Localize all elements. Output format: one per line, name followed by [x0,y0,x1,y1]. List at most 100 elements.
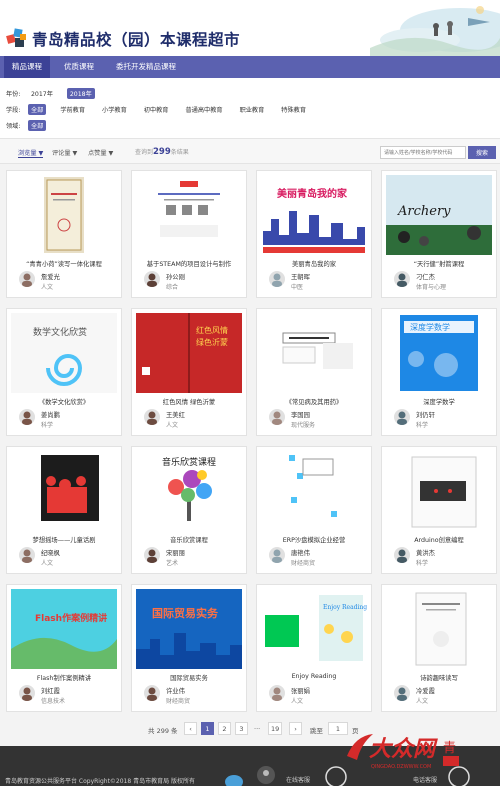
sort-by-likes[interactable]: 点赞量 ▼ [88,148,113,157]
course-card[interactable]: 红色风情 绿色沂蒙 红色风情 绿色沂蒙 王美红 人文 [131,308,247,436]
filter-option-primary[interactable]: 小学教育 [99,104,130,115]
course-card[interactable]: 深度学数学 深度学数学 刘仍轩 科学 [381,308,497,436]
course-card[interactable]: 数学文化欣赏 《数学文化欣赏》 姜尚鹏 科学 [6,308,122,436]
result-count: 查询到299条结果 [135,147,189,157]
course-title[interactable]: Arduino创意编程 [382,535,496,544]
search-button[interactable]: 搜索 [468,146,496,159]
filter-option-all-domains[interactable]: 全部 [27,120,47,131]
course-field: 艺术 [166,560,179,567]
filter-option-preschool[interactable]: 学前教育 [57,104,88,115]
course-thumbnail[interactable] [11,175,117,255]
course-title[interactable]: Flash制作案例精讲 [7,673,121,682]
course-thumbnail[interactable] [261,313,367,393]
course-title[interactable]: 梦想摇场——儿童话剧 [7,535,121,544]
tab-featured-courses[interactable]: 精品课程 [4,56,50,78]
course-card[interactable]: Archery “天行健”射箭课程 刁仁杰 体育与心理 [381,170,497,298]
course-title[interactable]: 诗韵趣味读写 [382,673,496,682]
course-thumbnail[interactable]: 美丽青岛我的家 [261,175,367,255]
teacher-avatar [19,409,35,425]
teacher-avatar [19,547,35,563]
course-grid: “青青小荷”读写一体化课程 詹爱光 人文 基于STEAM的项目设计与制作 孙公刚 综合 美丽… [6,170,497,712]
course-thumbnail[interactable] [386,451,492,531]
course-card[interactable]: 诗韵趣味读写 冷爱霞 人文 [381,584,497,712]
course-card[interactable]: Arduino创意编程 黄洪杰 科学 [381,446,497,574]
course-thumbnail[interactable] [11,451,117,531]
course-title[interactable]: ERP沙盘模拟企业经营 [257,535,371,544]
course-title[interactable]: 国际贸易实务 [132,673,246,682]
svg-text:青: 青 [443,741,456,756]
course-card[interactable]: 梦想摇场——儿童话剧 纪晓枫 人文 [6,446,122,574]
sort-by-views[interactable]: 浏览量 ▼ [18,148,44,158]
pager-prev-button[interactable]: ‹ [184,722,197,735]
filter-option-2018[interactable]: 2018年 [66,88,95,99]
result-count-number: 299 [153,147,171,157]
course-field: 科学 [416,422,429,429]
course-thumbnail[interactable]: Enjoy Reading! [261,589,367,669]
filter-option-vocational[interactable]: 职业教育 [237,104,268,115]
svg-text:绿色沂蒙: 绿色沂蒙 [196,337,228,347]
search-input[interactable] [380,146,466,159]
course-title[interactable]: 《数学文化欣赏》 [7,397,121,406]
course-card[interactable]: 音乐欣赏课程 音乐欣赏课程 宋丽丽 艺术 [131,446,247,574]
course-thumbnail[interactable]: 数学文化欣赏 [11,313,117,393]
course-field: 人文 [166,422,179,429]
course-thumbnail[interactable]: 国际贸易实务 [136,589,242,669]
course-title[interactable]: “天行健”射箭课程 [382,259,496,268]
footer-online-service[interactable]: 在线客服 [286,775,310,784]
course-card[interactable]: 《常见病及其用药》 李国园 现代服务 [256,308,372,436]
course-card[interactable]: 美丽青岛我的家 美丽青岛我的家 王朝晖 中医 [256,170,372,298]
course-field: 综合 [166,284,179,291]
filter-option-2017[interactable]: 2017年 [28,88,56,99]
course-title[interactable]: Enjoy Reading [257,673,371,680]
filter-option-special[interactable]: 特殊教育 [278,104,309,115]
course-title[interactable]: 基于STEAM的项目设计与制作 [132,259,246,268]
course-card[interactable]: Enjoy Reading! Enjoy Reading 张丽娟 人文 [256,584,372,712]
pager-total: 共 299 条 [148,727,178,735]
svg-text:国际贸易实务: 国际贸易实务 [152,606,219,620]
filter-option-all-levels[interactable]: 全部 [27,104,47,115]
teacher-name: 纪晓枫 [41,550,60,557]
svg-text:Enjoy Reading!: Enjoy Reading! [323,604,367,611]
course-title[interactable]: 《常见病及其用药》 [257,397,371,406]
online-service-icon[interactable] [255,764,277,786]
course-card[interactable]: “青青小荷”读写一体化课程 詹爱光 人文 [6,170,122,298]
course-title[interactable]: “青青小荷”读写一体化课程 [7,259,121,268]
course-title[interactable]: 红色风情 绿色沂蒙 [132,397,246,406]
pager-page-1[interactable]: 1 [201,722,214,735]
teacher-name: 孙公刚 [166,274,185,281]
svg-text:QINGDAO.DZWWW.COM: QINGDAO.DZWWW.COM [371,764,431,770]
course-thumbnail[interactable]: 红色风情 绿色沂蒙 [136,313,242,393]
pager-next-button[interactable]: › [289,722,302,735]
course-title[interactable]: 音乐欣赏课程 [132,535,246,544]
tab-commissioned-courses[interactable]: 委托开发精品课程 [108,56,184,78]
pager-page-2[interactable]: 2 [218,722,231,735]
course-title[interactable]: 深度学数学 [382,397,496,406]
course-thumbnail[interactable]: 音乐欣赏课程 [136,451,242,531]
course-title[interactable]: 美丽青岛我的家 [257,259,371,268]
course-card[interactable]: Flash作案例精讲 Flash制作案例精讲 刘红霞 信息技术 [6,584,122,712]
course-field: 信息技术 [41,698,66,705]
filter-option-junior[interactable]: 初中教育 [141,104,172,115]
course-thumbnail[interactable] [136,175,242,255]
sort-by-comments[interactable]: 评论量 ▼ [52,148,77,157]
teacher-avatar [19,685,35,701]
pager-page-3[interactable]: 3 [235,722,248,735]
course-thumbnail[interactable] [386,589,492,669]
site-logo-icon[interactable] [6,27,28,49]
course-card[interactable]: ERP沙盘模拟企业经营 唐艳伟 财经商贸 [256,446,372,574]
course-thumbnail[interactable] [261,451,367,531]
pager-page-last[interactable]: 19 [268,722,283,735]
teacher-name: 李国园 [291,412,310,419]
course-card[interactable]: 国际贸易实务 国际贸易实务 许业伟 财经商贸 [131,584,247,712]
course-thumbnail[interactable]: Flash作案例精讲 [11,589,117,669]
course-field: 科学 [41,422,54,429]
footer-phone-service[interactable]: 电话客服 [413,775,437,784]
teacher-name: 宋丽丽 [166,550,185,557]
course-thumbnail[interactable]: Archery [386,175,492,255]
tab-quality-courses[interactable]: 优质课程 [56,56,102,78]
filter-option-senior[interactable]: 普通高中教育 [182,104,225,115]
result-count-prefix: 查询到 [135,149,154,156]
course-thumbnail[interactable]: 深度学数学 [386,313,492,393]
course-card[interactable]: 基于STEAM的项目设计与制作孙公刚综合 [131,170,247,298]
teacher-name: 许业伟 [166,688,185,695]
